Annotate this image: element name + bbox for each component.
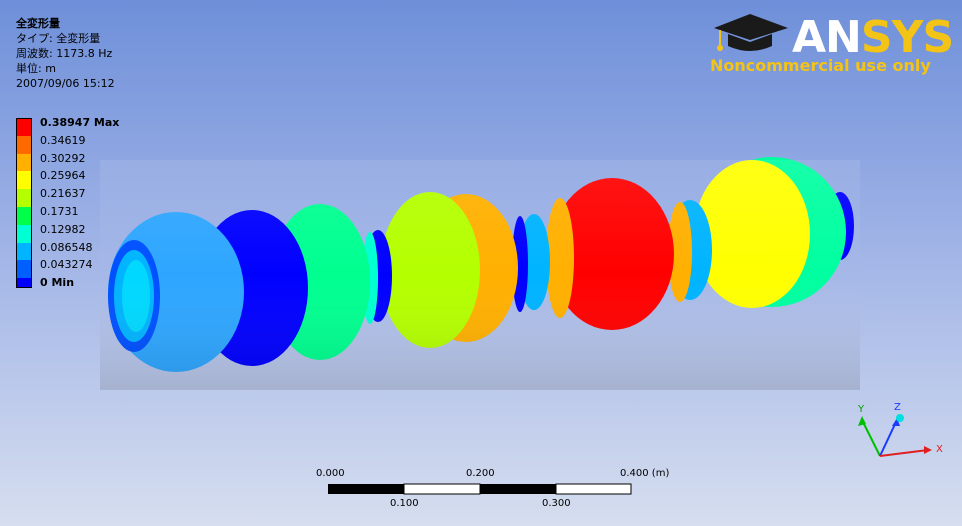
model-body bbox=[100, 157, 860, 390]
deformed-model-view[interactable] bbox=[0, 0, 962, 526]
triad-x-label: X bbox=[936, 444, 943, 455]
scale-label-100: 0.100 bbox=[390, 498, 419, 509]
triad-z-label: Z bbox=[894, 402, 901, 413]
axis-triad[interactable]: Y Z X bbox=[846, 398, 956, 468]
scale-label-300: 0.300 bbox=[542, 498, 571, 509]
scale-label-0: 0.000 bbox=[316, 468, 345, 479]
scale-bar: 0.000 0.200 0.400 (m) 0.100 0.300 bbox=[300, 466, 669, 516]
scale-label-200: 0.200 bbox=[466, 468, 495, 479]
triad-y-label: Y bbox=[857, 404, 865, 415]
scale-label-400: 0.400 (m) bbox=[620, 468, 670, 479]
scale-bar-graphic bbox=[328, 483, 632, 495]
view-center-icon bbox=[896, 414, 904, 422]
